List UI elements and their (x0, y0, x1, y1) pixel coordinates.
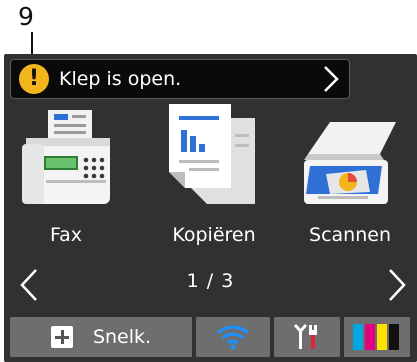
copy-icon[interactable] (169, 104, 255, 204)
alert-message: Klep is open. (59, 68, 182, 90)
ink-icon (353, 324, 399, 350)
callout-number: 9 (18, 2, 34, 31)
copy-label: Kopiëren (172, 224, 256, 246)
ink-button[interactable] (344, 317, 410, 357)
scan-label: Scannen (309, 224, 391, 246)
settings-icon (293, 323, 317, 349)
bottom-bar: Snelk. (4, 311, 417, 362)
fax-label: Fax (49, 224, 83, 246)
plus-icon (50, 326, 73, 348)
fax-icon[interactable] (22, 110, 112, 205)
previous-page-icon[interactable] (18, 268, 40, 302)
chevron-right-icon (324, 66, 339, 92)
shortcuts-button[interactable]: Snelk. (10, 317, 192, 357)
warning-icon: ! (19, 64, 49, 94)
wifi-icon (216, 325, 250, 350)
page-indicator: 1 / 3 (186, 270, 235, 292)
wifi-button[interactable] (196, 317, 270, 357)
alert-bar[interactable]: ! Klep is open. (10, 59, 350, 99)
scanner-icon[interactable] (300, 122, 396, 204)
next-page-icon[interactable] (386, 268, 408, 302)
shortcuts-label: Snelk. (92, 326, 152, 348)
settings-button[interactable] (274, 317, 340, 357)
touchscreen: ! Klep is open. Fax Kopiëren Scannen 1 /… (4, 54, 417, 362)
